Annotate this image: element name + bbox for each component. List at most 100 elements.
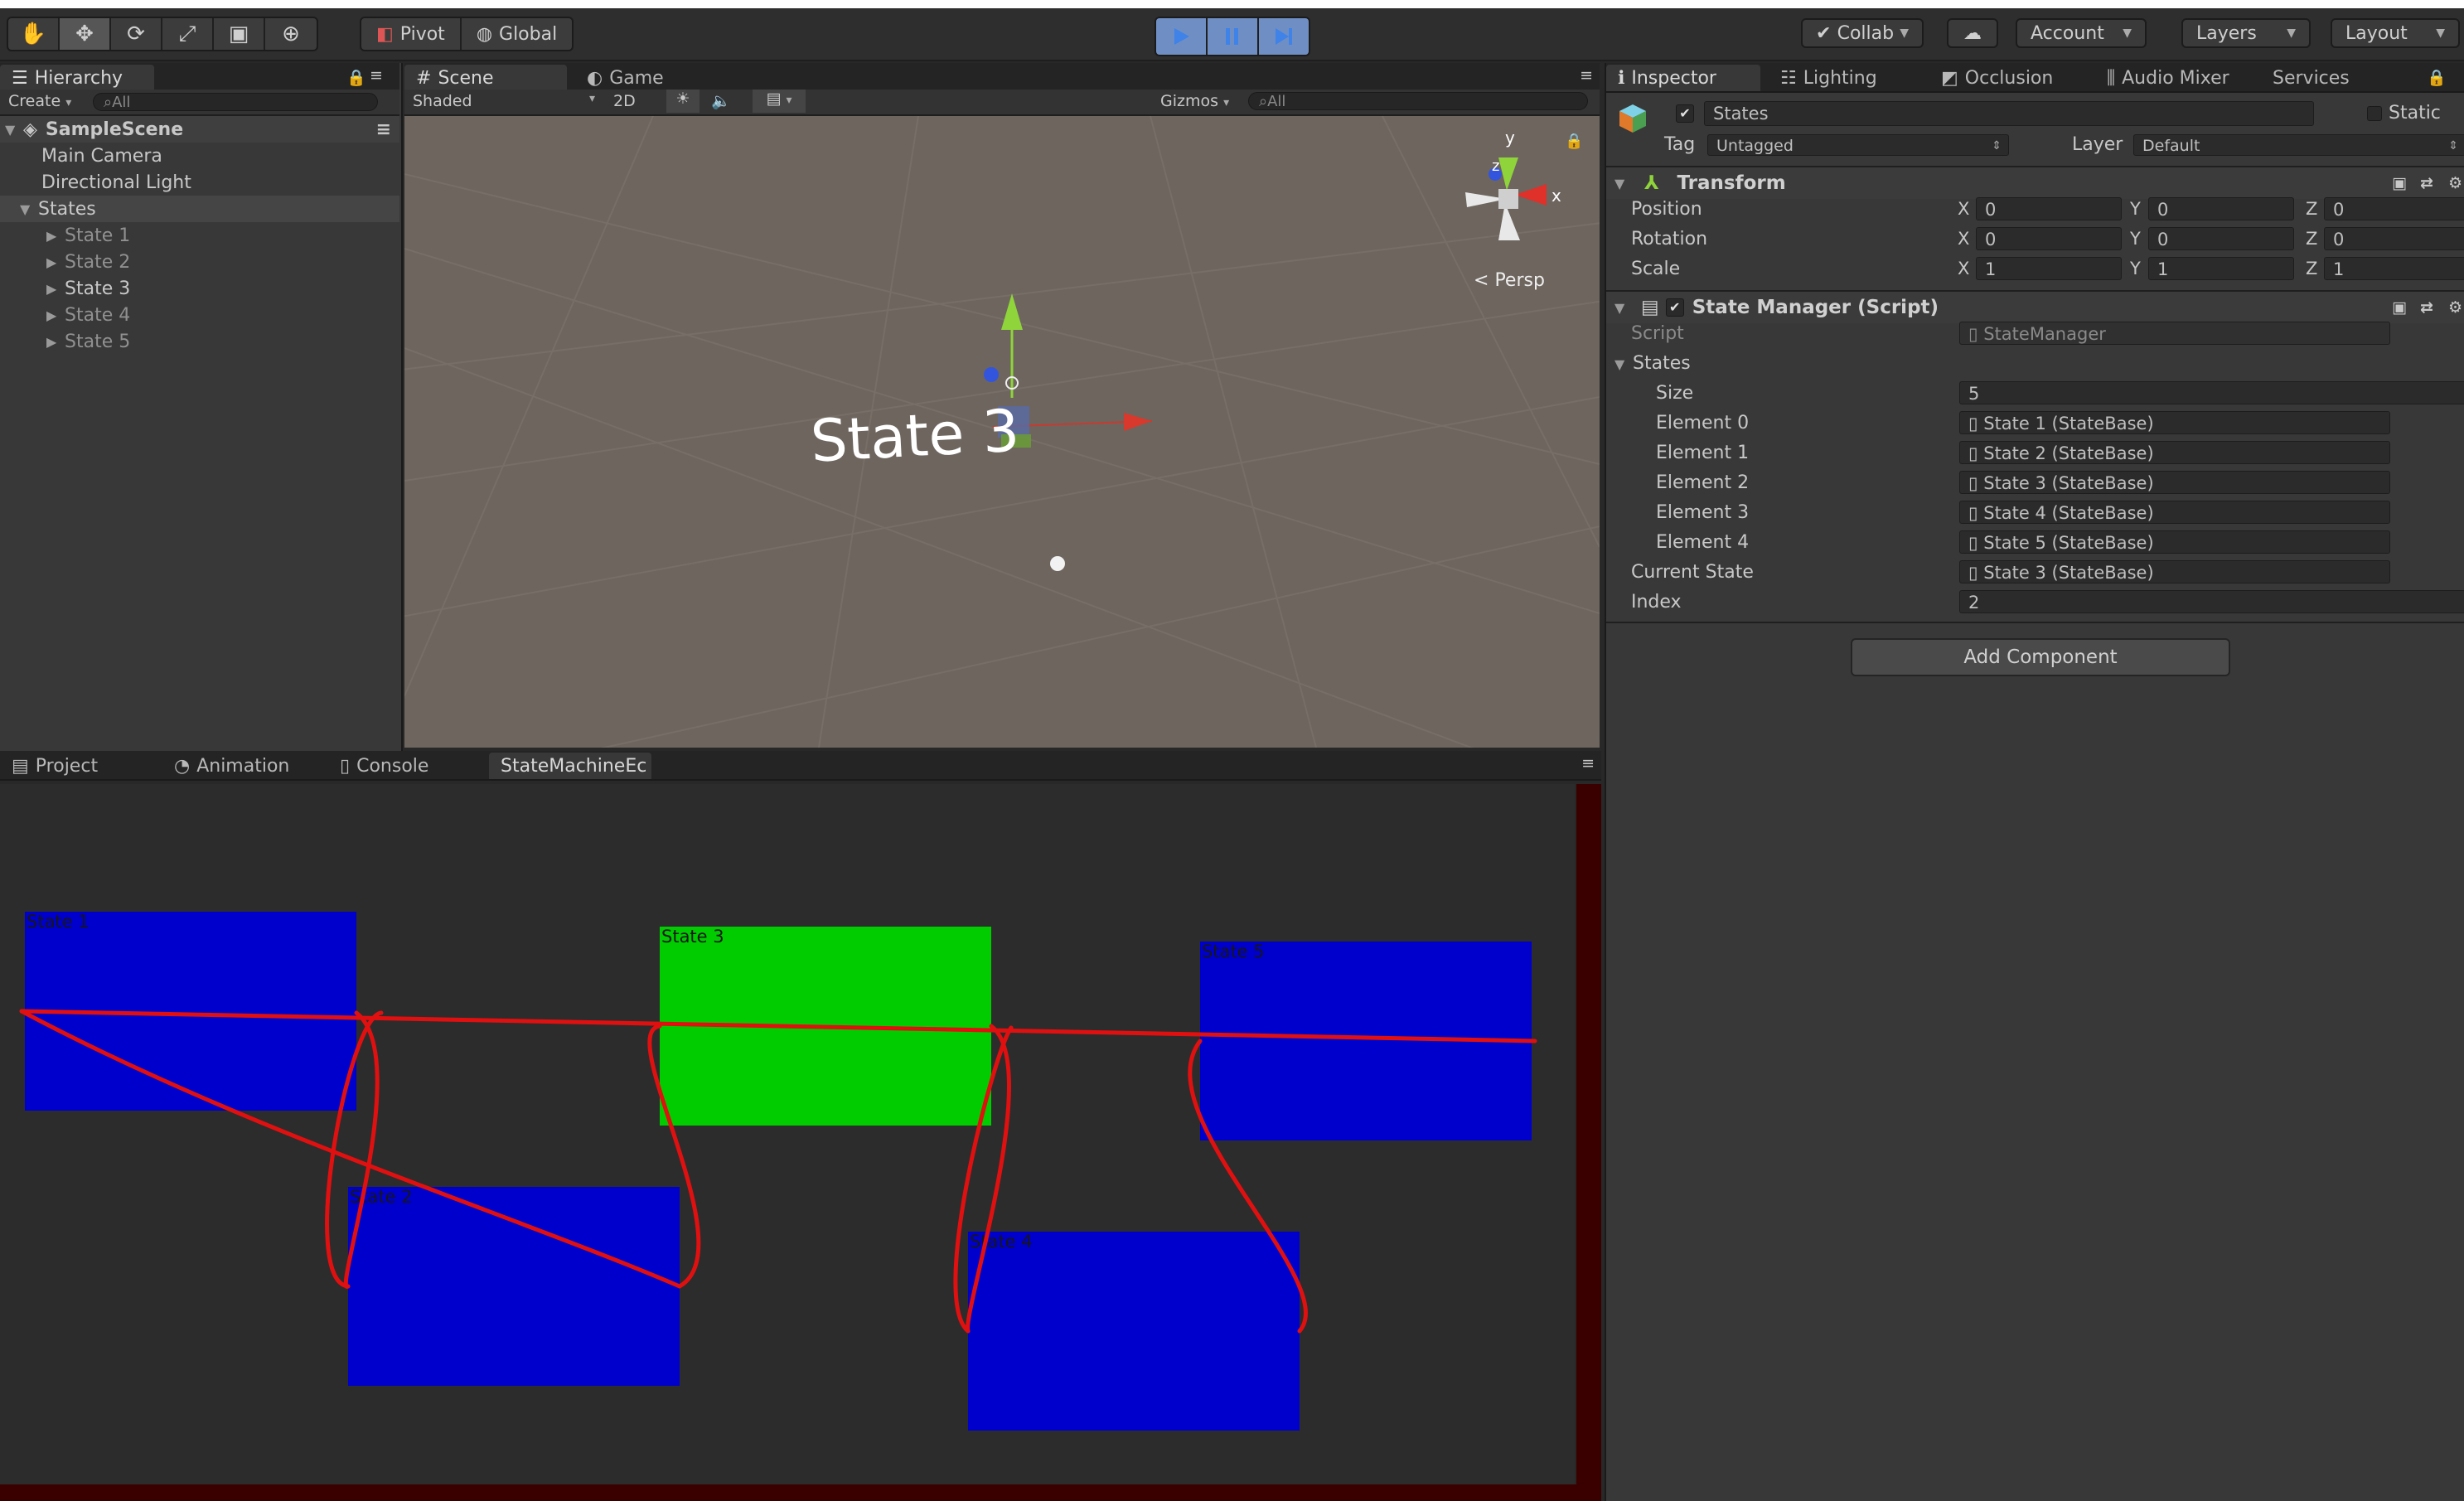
audio-toggle[interactable]: 🔈 xyxy=(711,91,731,110)
scale-y-field[interactable]: 1 xyxy=(2148,257,2294,280)
element-2-field[interactable]: ▯ State 3 (StateBase) xyxy=(1959,471,2390,494)
hierarchy-scene-row[interactable]: ▼ ◈ SampleScene ≡ xyxy=(0,116,399,143)
state-3-world-label[interactable]: State 3 xyxy=(809,396,1021,475)
play-button[interactable] xyxy=(1156,18,1208,55)
hierarchy-item-state-5[interactable]: ▶ State 5 xyxy=(0,328,399,355)
object-name-field[interactable]: States xyxy=(1704,101,2314,126)
transform-all-tool-button[interactable]: ⊕ xyxy=(265,18,317,50)
gear-icon[interactable]: ⚙ xyxy=(2448,174,2462,192)
element-4-field[interactable]: ▯ State 5 (StateBase) xyxy=(1959,530,2390,554)
tab-occlusion[interactable]: ◩ Occlusion xyxy=(1929,65,2065,91)
layers-dropdown[interactable]: Layers ▼ xyxy=(2181,18,2311,48)
gizmo-lock-icon[interactable]: 🔒 xyxy=(1565,133,1583,150)
expand-triangle-icon[interactable]: ▼ xyxy=(5,122,23,138)
orientation-gizmo[interactable]: y z x xyxy=(1449,124,1581,265)
tab-audio-mixer[interactable]: ⫼ Audio Mixer xyxy=(2095,65,2241,91)
position-y-field[interactable]: 0 xyxy=(2148,197,2294,220)
gear-icon[interactable]: ⚙ xyxy=(2448,298,2462,317)
collapsed-triangle-icon[interactable]: ▶ xyxy=(46,281,65,297)
hierarchy-item-directional-light[interactable]: Directional Light xyxy=(0,169,399,196)
horizontal-scrollbar[interactable] xyxy=(0,1484,1601,1501)
rect-tool-button[interactable]: ▣ xyxy=(214,18,265,50)
hierarchy-item-states[interactable]: ▼ States xyxy=(0,196,399,222)
panel-menu-icon[interactable]: ≡ xyxy=(370,66,383,85)
pause-button[interactable] xyxy=(1208,18,1259,55)
scale-x-field[interactable]: 1 xyxy=(1976,257,2122,280)
cloud-button[interactable]: ☁ xyxy=(1947,18,1998,48)
hierarchy-search-input[interactable]: ⌕All xyxy=(93,93,378,111)
tab-services[interactable]: Services xyxy=(2261,65,2361,91)
position-x-field[interactable]: 0 xyxy=(1976,197,2122,220)
layout-dropdown[interactable]: Layout ▼ xyxy=(2331,18,2460,48)
element-0-field[interactable]: ▯ State 1 (StateBase) xyxy=(1959,411,2390,434)
collapsed-triangle-icon[interactable]: ▶ xyxy=(46,254,65,270)
size-field[interactable]: 5 xyxy=(1959,381,2464,404)
shading-dropdown[interactable]: Shaded ▾ xyxy=(413,92,595,110)
hierarchy-item-state-4[interactable]: ▶ State 4 xyxy=(0,302,399,328)
collapsed-triangle-icon[interactable]: ▶ xyxy=(46,228,65,244)
move-tool-button[interactable]: ✥ xyxy=(60,18,111,50)
element-1-field[interactable]: ▯ State 2 (StateBase) xyxy=(1959,441,2390,464)
panel-menu-icon[interactable]: ≡ xyxy=(1580,66,1593,85)
rotation-z-field[interactable]: 0 xyxy=(2324,227,2464,250)
scale-z-field[interactable]: 1 xyxy=(2324,257,2464,280)
rotate-tool-button[interactable]: ⟳ xyxy=(111,18,162,50)
element-3-field[interactable]: ▯ State 4 (StateBase) xyxy=(1959,501,2390,524)
tab-project[interactable]: ▤ Project xyxy=(0,753,109,779)
preset-icon[interactable]: ⇄ xyxy=(2420,298,2433,317)
preset-icon[interactable]: ⇄ xyxy=(2420,174,2433,192)
step-button[interactable] xyxy=(1259,18,1309,55)
help-icon[interactable]: ▣ xyxy=(2392,174,2407,192)
expand-triangle-icon[interactable]: ▼ xyxy=(1614,176,1633,191)
state-manager-header[interactable]: ▼ ▤ ✔ State Manager (Script) ▣ ⇄ ⚙ xyxy=(1606,290,2464,323)
static-checkbox[interactable] xyxy=(2367,106,2382,121)
collab-dropdown[interactable]: ✔ Collab ▼ xyxy=(1801,18,1924,48)
scene-menu-icon[interactable]: ≡ xyxy=(376,119,391,140)
effects-dropdown[interactable]: ▤ ▾ xyxy=(753,90,806,113)
collapsed-triangle-icon[interactable]: ▶ xyxy=(46,307,65,323)
expand-triangle-icon[interactable]: ▼ xyxy=(1614,300,1633,316)
help-icon[interactable]: ▣ xyxy=(2392,298,2407,317)
component-enabled-checkbox[interactable]: ✔ xyxy=(1665,298,1684,317)
tab-lighting[interactable]: ☷ Lighting xyxy=(1769,65,1889,91)
hierarchy-item-main-camera[interactable]: Main Camera xyxy=(0,143,399,169)
tab-inspector[interactable]: ℹ Inspector xyxy=(1606,65,1760,91)
persp-toggle[interactable]: < Persp xyxy=(1474,270,1545,291)
position-z-field[interactable]: 0 xyxy=(2324,197,2464,220)
hierarchy-item-state-1[interactable]: ▶ State 1 xyxy=(0,222,399,249)
scale-tool-button[interactable]: ⤢ xyxy=(162,18,214,50)
layer-dropdown[interactable]: Default ⇕ xyxy=(2133,134,2464,156)
tab-animation[interactable]: ◔ Animation xyxy=(162,753,301,779)
hand-tool-button[interactable]: ✋ xyxy=(8,18,60,50)
account-dropdown[interactable]: Account ▼ xyxy=(2016,18,2147,48)
gizmos-dropdown[interactable]: Gizmos ▾ xyxy=(1160,92,1229,110)
expand-triangle-icon[interactable]: ▼ xyxy=(20,201,38,217)
states-foldout[interactable]: ▼ States xyxy=(1614,353,1691,374)
tab-scene[interactable]: # Scene xyxy=(404,65,567,91)
state-machine-canvas[interactable]: State 1 State 2 State 3 State 4 State 5 xyxy=(0,784,1575,1484)
collapsed-triangle-icon[interactable]: ▶ xyxy=(46,334,65,350)
current-state-field[interactable]: ▯ State 3 (StateBase) xyxy=(1959,560,2390,583)
scene-search-input[interactable]: ⌕All xyxy=(1248,92,1588,110)
rotation-y-field[interactable]: 0 xyxy=(2148,227,2294,250)
tab-game[interactable]: ◐ Game xyxy=(575,65,691,91)
scene-viewport[interactable]: State 3 y z x 🔒 < Persp xyxy=(404,116,1600,748)
hierarchy-item-state-3[interactable]: ▶ State 3 xyxy=(0,275,399,302)
lighting-toggle[interactable]: ☀ xyxy=(666,90,700,113)
create-dropdown[interactable]: Create ▾ xyxy=(8,92,71,110)
pivot-button[interactable]: ◧ Pivot xyxy=(361,18,462,50)
active-checkbox[interactable]: ✔ xyxy=(1676,104,1694,123)
tag-dropdown[interactable]: Untagged ⇕ xyxy=(1707,134,2009,156)
tab-hierarchy[interactable]: ☰ Hierarchy xyxy=(0,65,154,91)
lock-icon[interactable]: 🔒 xyxy=(2427,68,2447,87)
tab-state-machine-editor[interactable]: StateMachineEc xyxy=(489,753,651,779)
index-field[interactable]: 2 xyxy=(1959,590,2464,613)
lock-icon[interactable]: 🔒 xyxy=(346,68,366,87)
tab-console[interactable]: ▯ Console xyxy=(328,753,440,779)
rotation-x-field[interactable]: 0 xyxy=(1976,227,2122,250)
hierarchy-item-state-2[interactable]: ▶ State 2 xyxy=(0,249,399,275)
2d-toggle[interactable]: 2D xyxy=(613,92,636,110)
panel-menu-icon[interactable]: ≡ xyxy=(1581,754,1595,772)
expand-triangle-icon[interactable]: ▼ xyxy=(1614,356,1633,372)
add-component-button[interactable]: Add Component xyxy=(1851,638,2230,676)
